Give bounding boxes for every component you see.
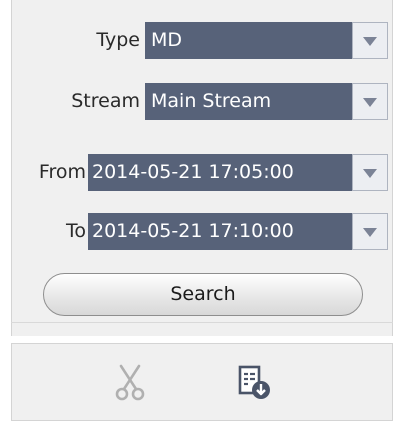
chevron-down-icon [363,228,377,237]
from-label: From [38,161,86,183]
type-label: Type [96,29,140,51]
scissors-icon[interactable] [112,363,148,403]
stream-dropdown-button[interactable] [352,83,388,120]
type-select[interactable]: MD [145,22,352,59]
from-datetime-field[interactable]: 2014-05-21 17:05:00 [88,154,352,191]
chevron-down-icon [363,169,377,178]
chevron-down-icon [363,37,377,46]
stream-label: Stream [71,90,140,112]
download-file-icon[interactable] [237,364,273,402]
toolbar [11,343,393,421]
to-datetime-field[interactable]: 2014-05-21 17:10:00 [88,213,352,250]
to-dropdown-button[interactable] [352,213,388,250]
stream-select[interactable]: Main Stream [145,83,352,120]
search-button[interactable]: Search [43,273,363,316]
chevron-down-icon [363,98,377,107]
to-label: To [65,220,86,242]
type-dropdown-button[interactable] [352,22,388,59]
panel-divider [11,322,393,323]
from-dropdown-button[interactable] [352,154,388,191]
